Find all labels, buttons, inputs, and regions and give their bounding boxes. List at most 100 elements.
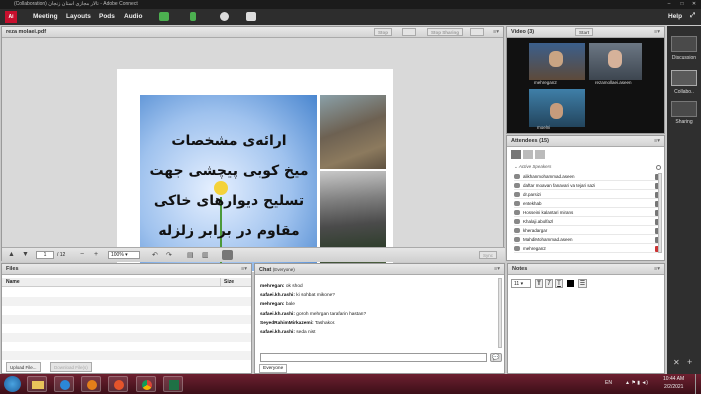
zoom-in-icon[interactable]: + <box>94 251 98 258</box>
next-page-icon[interactable]: ▼ <box>22 251 29 258</box>
fit-width-icon[interactable]: ▤ <box>187 251 194 259</box>
chat-scrollbar[interactable] <box>498 278 502 348</box>
maximize-button[interactable]: □ <box>676 0 688 9</box>
layout-sharing-icon[interactable] <box>671 101 697 117</box>
chat-message: safaei.kh.rashi: goroh mehrgan tarafarin… <box>260 312 366 317</box>
underline-icon[interactable]: T <box>555 279 563 288</box>
attendee-row[interactable]: Khalaji.abolfazl <box>514 218 659 226</box>
menu-meeting[interactable]: Meeting <box>33 13 58 20</box>
rotate-left-icon[interactable]: ↶ <box>152 251 158 259</box>
firefox-icon[interactable] <box>108 376 128 392</box>
attendee-row[interactable]: daftar moavan fanavari va tejari sazi <box>514 182 659 190</box>
webcam-icon[interactable] <box>220 12 229 21</box>
files-col-size[interactable]: Size <box>220 278 234 287</box>
download-file-button[interactable]: Download File(s) <box>50 362 92 372</box>
clock-date[interactable]: 2/2/2021 <box>664 384 683 390</box>
sort-icon[interactable] <box>535 150 545 159</box>
attendee-row[interactable]: Hosseini kalantari mirans <box>514 209 659 217</box>
internet-explorer-icon[interactable] <box>54 376 74 392</box>
attendees-menu-icon[interactable]: ≡▾ <box>654 136 660 147</box>
files-col-name[interactable]: Name <box>6 278 20 287</box>
attendee-row[interactable]: entekhab <box>514 200 659 208</box>
language-indicator[interactable]: EN <box>605 380 612 386</box>
start-button-icon[interactable] <box>4 376 21 392</box>
video-feed-mehregan2[interactable] <box>529 43 585 80</box>
attendee-row[interactable]: alikhanmohammad.aseen <box>514 173 659 181</box>
files-menu-icon[interactable]: ≡▾ <box>241 264 247 275</box>
speaker-filter-icon[interactable] <box>656 165 661 170</box>
tray-icons[interactable]: ▲ ⚑ ▮ ◄) <box>625 380 648 386</box>
stop-button[interactable]: Stop <box>374 28 392 36</box>
chat-message-input[interactable] <box>260 353 487 362</box>
media-player-icon[interactable] <box>81 376 101 392</box>
attendee-row[interactable]: kheradargar <box>514 227 659 235</box>
attendee-name: Hosseini kalantari mirans <box>523 210 574 215</box>
participant-face-icon <box>608 50 622 68</box>
notes-menu-icon[interactable]: ≡▾ <box>654 264 660 275</box>
start-webcam-button[interactable]: Start <box>575 28 594 36</box>
menu-help[interactable]: Help <box>668 13 682 20</box>
menu-audio[interactable]: Audio <box>124 13 142 20</box>
chat-user: SeyedRahimMirkazemi: <box>260 321 314 326</box>
share-file-title: reza molaei.pdf <box>6 29 47 35</box>
layout-discussion-label[interactable]: Discussion <box>667 55 701 61</box>
add-layout-icon[interactable]: + <box>687 357 692 367</box>
chat-message: safaei.kh.rashi: ki sohbat mikone? <box>260 293 335 298</box>
layout-sharing-label[interactable]: Sharing <box>667 119 701 125</box>
text-color-icon[interactable] <box>567 280 574 287</box>
collapse-rail-icon[interactable]: ✕ <box>673 358 680 367</box>
draw-toolbar-icon[interactable] <box>222 250 233 260</box>
video-feed-moelni[interactable] <box>529 89 585 127</box>
chrome-icon[interactable] <box>136 376 156 392</box>
page-number-input[interactable]: 1 <box>36 251 54 259</box>
list-view-icon[interactable] <box>511 150 521 159</box>
layout-collaboration-label[interactable]: Collabo.. <box>667 89 701 95</box>
rotate-right-icon[interactable]: ↷ <box>166 251 172 259</box>
bold-icon[interactable]: T <box>535 279 543 288</box>
close-window-button[interactable]: ✕ <box>688 0 700 9</box>
speaker-icon[interactable] <box>159 12 169 21</box>
layout-collaboration-icon[interactable] <box>671 70 697 86</box>
attendee-row[interactable]: dr.parsizi <box>514 191 659 199</box>
video-feed-rezamollaei[interactable] <box>589 43 642 80</box>
fullscreen-share-icon[interactable] <box>470 28 484 36</box>
slide-photo-excavation <box>320 95 386 169</box>
zoom-out-icon[interactable]: − <box>80 251 84 258</box>
layout-discussion-icon[interactable] <box>671 36 697 52</box>
chat-tab-everyone[interactable]: Everyone <box>259 364 288 373</box>
menu-layouts[interactable]: Layouts <box>66 13 91 20</box>
fullscreen-icon[interactable]: ⤢ <box>690 12 695 20</box>
italic-icon[interactable]: T <box>545 279 553 288</box>
share-toolbar: ▲ ▼ 1 / 12 − + 100% ▾ ↶ ↷ ▤ ▥ Sync <box>2 247 505 262</box>
status-icon[interactable] <box>246 12 256 21</box>
excel-icon[interactable] <box>163 376 183 392</box>
bullet-list-icon[interactable]: ☰ <box>578 279 587 288</box>
chat-menu-icon[interactable]: ≡▾ <box>494 264 500 275</box>
attendee-row[interactable]: MahdiMohammad.aseen <box>514 236 659 244</box>
notes-title: Notes <box>512 266 528 272</box>
attendees-scrollbar[interactable] <box>658 173 662 253</box>
upload-file-button[interactable]: Upload File... <box>6 362 41 372</box>
previous-page-icon[interactable]: ▲ <box>8 251 15 258</box>
draw-tool-icon[interactable] <box>402 28 416 36</box>
pod-menu-icon[interactable]: ≡▾ <box>493 27 499 38</box>
window-title: (Collaboration) تالار مجازی استان زنجان … <box>14 1 138 7</box>
stop-sharing-button[interactable]: Stop Sharing <box>427 28 463 36</box>
files-pod-header: Files ≡▾ <box>2 264 251 275</box>
zoom-select[interactable]: 100% ▾ <box>108 251 140 259</box>
slide-text-line-1: ارائه‌ی مشخصات <box>171 133 287 149</box>
font-size-select[interactable]: 11 ▾ <box>511 279 531 288</box>
chat-pod-header: Chat (Everyone) ≡▾ <box>255 264 504 275</box>
microphone-icon[interactable] <box>190 12 196 21</box>
minimize-button[interactable]: – <box>663 0 675 9</box>
menu-pods[interactable]: Pods <box>99 13 115 20</box>
video-menu-icon[interactable]: ≡▾ <box>654 27 660 38</box>
file-explorer-icon[interactable] <box>27 376 47 392</box>
clock-time[interactable]: 10:44 AM <box>663 376 684 382</box>
sync-button[interactable]: Sync <box>479 251 498 259</box>
show-desktop-button[interactable] <box>695 374 701 394</box>
grid-view-icon[interactable] <box>523 150 533 159</box>
fit-page-icon[interactable]: ▥ <box>202 251 209 259</box>
attendee-row[interactable]: mehregan2 <box>514 245 659 253</box>
send-message-icon[interactable]: 💬 <box>490 353 502 362</box>
